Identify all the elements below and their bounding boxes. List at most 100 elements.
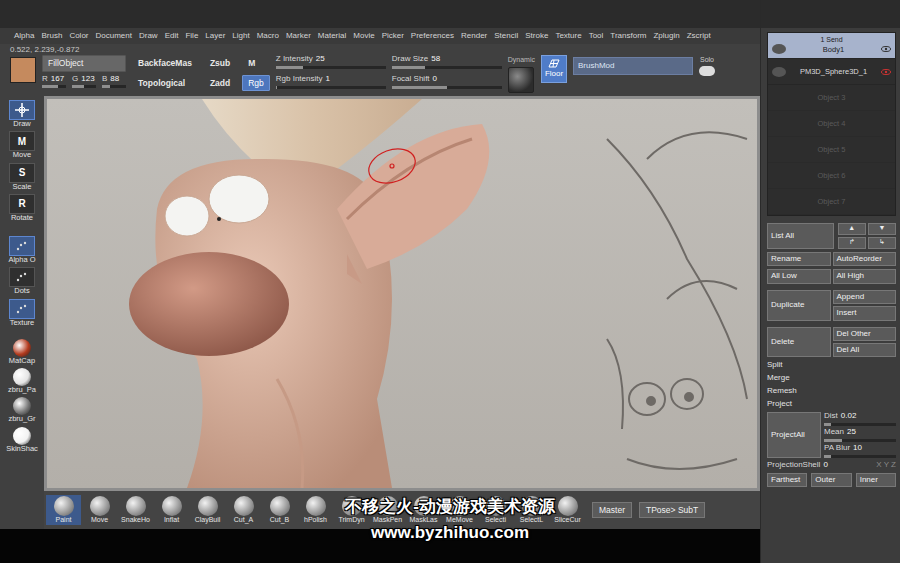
arrow-button[interactable]: ▼ <box>868 223 896 235</box>
menu-item[interactable]: Document <box>96 32 132 40</box>
list-all-button[interactable]: List All <box>767 223 834 249</box>
slider-track[interactable] <box>824 455 896 458</box>
duplicate-button[interactable]: Duplicate <box>767 290 831 321</box>
slider[interactable]: G123 <box>72 75 96 89</box>
menu-item[interactable]: Draw <box>139 32 158 40</box>
menu-item[interactable]: Alpha <box>14 32 34 40</box>
brush-button[interactable]: Cut_B <box>262 495 297 525</box>
subtool-button[interactable]: Del All <box>833 343 897 357</box>
menu-item[interactable]: Tool <box>589 32 604 40</box>
slider[interactable]: R167 <box>42 75 66 89</box>
subpalette-header[interactable]: Merge <box>767 373 896 383</box>
menu-item[interactable]: Material <box>318 32 346 40</box>
slider-track[interactable] <box>102 85 126 88</box>
brush-button[interactable]: Inflat <box>154 495 189 525</box>
menu-item[interactable]: Preferences <box>411 32 454 40</box>
brush-preview-icon[interactable] <box>508 67 534 93</box>
channel-button[interactable]: M <box>242 55 270 72</box>
brush-button[interactable]: SelectL <box>514 495 549 525</box>
subtool-button[interactable]: Append <box>833 290 897 304</box>
option-button[interactable]: BackfaceMas <box>132 55 198 72</box>
subtool-button[interactable]: Del Other <box>833 327 897 341</box>
arrow-button[interactable]: ↳ <box>868 237 896 249</box>
projection-mode-button[interactable]: Inner <box>856 473 896 487</box>
slider[interactable]: PA Blur10 <box>824 444 896 458</box>
menu-item[interactable]: Color <box>69 32 88 40</box>
delete-button[interactable]: Delete <box>767 327 831 358</box>
menu-item[interactable]: Marker <box>286 32 311 40</box>
subtool-button[interactable]: AutoReorder <box>833 252 897 266</box>
eye-icon[interactable] <box>881 46 891 52</box>
slider-track[interactable] <box>824 439 896 442</box>
brush-button[interactable]: MaskPen <box>370 495 405 525</box>
brush-button[interactable]: hPolish <box>298 495 333 525</box>
brush-button[interactable]: SliceCur <box>550 495 585 525</box>
menu-item[interactable]: Render <box>461 32 487 40</box>
brush-button[interactable]: Paint <box>46 495 81 525</box>
transform-button[interactable]: SScale <box>7 163 37 191</box>
menu-item[interactable]: Texture <box>555 32 581 40</box>
slider-track[interactable] <box>392 86 502 89</box>
arrow-button[interactable]: ↱ <box>838 237 866 249</box>
brush-button[interactable]: Move <box>82 495 117 525</box>
shelf-button[interactable]: TPose> SubT <box>639 502 705 519</box>
subtool-item[interactable]: PM3D_Sphere3D_1 <box>768 59 895 85</box>
arrow-button[interactable]: ▲ <box>838 223 866 235</box>
menu-item[interactable]: Transform <box>610 32 646 40</box>
subtool-button[interactable]: Rename <box>767 252 831 266</box>
slider[interactable]: Dist0.02 <box>824 412 896 426</box>
subtool-item[interactable]: 1 SendBody1 <box>768 33 895 59</box>
viewport-render[interactable] <box>47 99 757 488</box>
solo-toggle[interactable]: Solo <box>699 55 715 76</box>
slider[interactable]: Draw Size58 <box>392 55 502 69</box>
slider[interactable]: Mean25 <box>824 428 896 442</box>
transform-button[interactable]: Draw <box>7 100 37 128</box>
color-swatch[interactable] <box>10 57 36 83</box>
menu-item[interactable]: Picker <box>382 32 404 40</box>
brush-button[interactable]: MaskLas <box>406 495 441 525</box>
project-all-button[interactable]: ProjectAll <box>767 412 821 457</box>
material-button[interactable]: zbru_Pa <box>7 368 37 394</box>
menu-item[interactable]: Movie <box>353 32 374 40</box>
brush-button[interactable]: MeMove <box>442 495 477 525</box>
document-canvas[interactable] <box>44 96 760 491</box>
menu-item[interactable]: Zscript <box>687 32 711 40</box>
brush-button[interactable]: Cut_A <box>226 495 261 525</box>
stroke-tool-button[interactable]: Dots <box>7 267 37 295</box>
menu-item[interactable]: Zplugin <box>653 32 679 40</box>
subtool-button[interactable]: Insert <box>833 306 897 320</box>
slider[interactable]: Rgb Intensity1 <box>276 75 386 89</box>
menu-item[interactable]: Stencil <box>494 32 518 40</box>
brush-mod-slider[interactable]: BrushMod <box>573 57 693 75</box>
slider[interactable]: Focal Shift0 <box>392 75 502 89</box>
menu-item[interactable]: Light <box>232 32 249 40</box>
floor-button[interactable]: Floor <box>541 55 567 83</box>
slider[interactable]: B88 <box>102 75 126 89</box>
transform-button[interactable]: MMove <box>7 131 37 159</box>
slider-track[interactable] <box>392 66 502 69</box>
brush-button[interactable]: TrimDyn <box>334 495 369 525</box>
material-button[interactable]: zbru_Gr <box>7 397 37 423</box>
menu-item[interactable]: File <box>185 32 198 40</box>
brush-button[interactable]: SnakeHo <box>118 495 153 525</box>
projection-mode-button[interactable]: Farthest <box>767 473 807 487</box>
dynamic-label[interactable]: Dynamic <box>508 55 535 66</box>
subtool-button[interactable]: All High <box>833 269 897 283</box>
fill-object-button[interactable]: FillObject <box>42 55 126 72</box>
subpalette-header[interactable]: Split <box>767 360 896 370</box>
subtool-button[interactable]: All Low <box>767 269 831 283</box>
subpalette-header[interactable]: Project <box>767 399 896 409</box>
eye-icon[interactable] <box>881 69 891 75</box>
slider-track[interactable] <box>276 66 386 69</box>
slider-track[interactable] <box>42 85 66 88</box>
projection-shell-slider[interactable]: ProjectionShell0X Y Z <box>767 461 896 470</box>
option-button[interactable]: Topological <box>132 75 198 92</box>
stroke-tool-button[interactable]: Alpha O <box>7 236 37 264</box>
slider[interactable]: Z Intensity25 <box>276 55 386 69</box>
brush-button[interactable]: ClayBuil <box>190 495 225 525</box>
stroke-tool-button[interactable]: Texture <box>7 299 37 327</box>
transform-button[interactable]: RRotate <box>7 194 37 222</box>
mode-button[interactable]: Zadd <box>204 75 236 92</box>
material-button[interactable]: MatCap <box>7 339 37 365</box>
slider-track[interactable] <box>824 423 896 426</box>
